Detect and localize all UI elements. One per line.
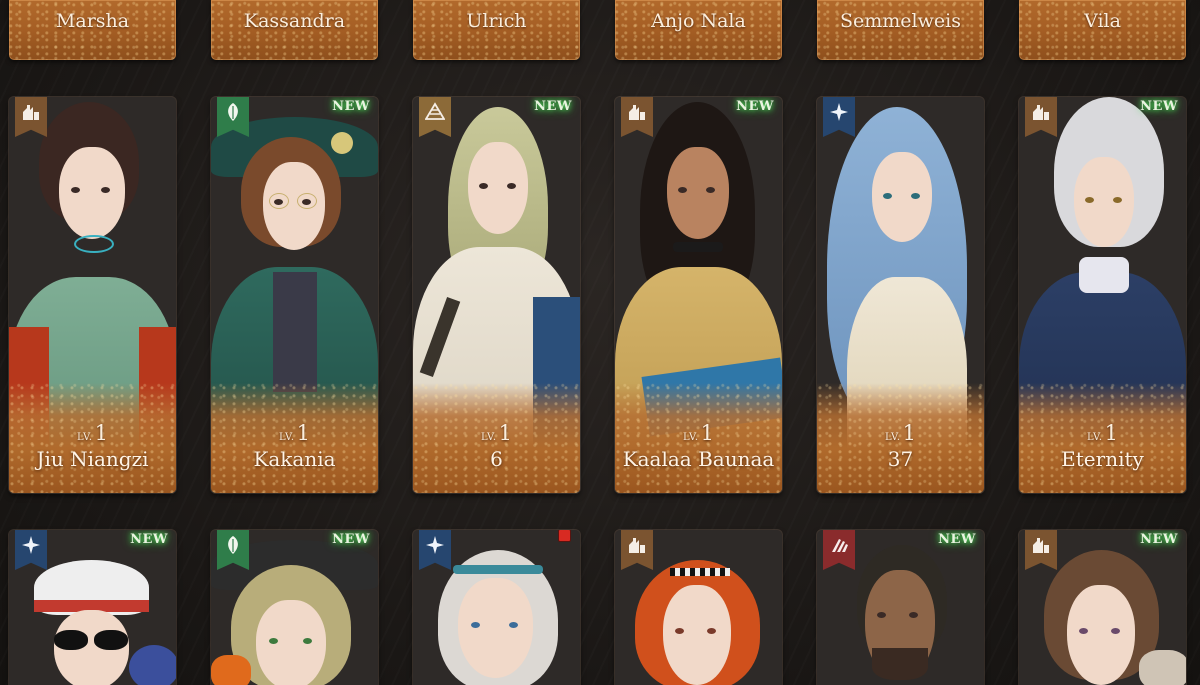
character-name: 37 — [887, 447, 914, 471]
character-name: Ulrich — [466, 10, 527, 32]
character-card-kaalaa-baunaa[interactable]: NEW LV.1 Kaalaa Baunaa — [615, 97, 782, 493]
character-card-anjo-nala[interactable]: Anjo Nala — [615, 0, 782, 60]
character-name: 6 — [490, 447, 503, 471]
new-tag: NEW — [130, 532, 168, 547]
character-name: Eternity — [1061, 447, 1144, 471]
character-name: Vila — [1084, 10, 1121, 32]
character-name: Marsha — [55, 10, 130, 32]
level-display: LV.1 — [77, 421, 108, 445]
character-card[interactable] — [615, 530, 782, 685]
character-card[interactable] — [413, 530, 580, 685]
character-card-vila[interactable]: Vila — [1019, 0, 1186, 60]
notification-dot — [559, 530, 570, 541]
character-card[interactable]: NEW — [1019, 530, 1186, 685]
character-card-eternity[interactable]: NEW LV.1 Eternity — [1019, 97, 1186, 493]
new-tag: NEW — [1140, 532, 1178, 547]
new-tag: NEW — [1140, 99, 1178, 114]
character-name: Kaalaa Baunaa — [622, 447, 775, 471]
character-name: Semmelweis — [840, 10, 961, 32]
new-tag: NEW — [332, 532, 370, 547]
character-card[interactable]: NEW — [817, 530, 984, 685]
new-tag: NEW — [332, 99, 370, 114]
character-card[interactable]: NEW — [9, 530, 176, 685]
top-card-row: Marsha Kassandra Ulrich Anjo Nala Semmel… — [0, 0, 1200, 62]
new-tag: NEW — [938, 532, 976, 547]
character-card-semmelweis[interactable]: Semmelweis — [817, 0, 984, 60]
character-card-37[interactable]: LV.1 37 — [817, 97, 984, 493]
character-name: Anjo Nala — [651, 10, 746, 32]
character-name: Kassandra — [243, 10, 346, 32]
level-display: LV.1 — [1087, 421, 1118, 445]
new-tag: NEW — [736, 99, 774, 114]
level-display: LV.1 — [481, 421, 512, 445]
character-roster: Marsha Kassandra Ulrich Anjo Nala Semmel… — [0, 0, 1200, 685]
character-card-ulrich[interactable]: Ulrich — [413, 0, 580, 60]
new-tag: NEW — [534, 99, 572, 114]
level-display: LV.1 — [683, 421, 714, 445]
character-card-marsha[interactable]: Marsha — [9, 0, 176, 60]
character-name: Kakania — [253, 447, 336, 471]
character-card-jiu-niangzi[interactable]: LV.1 Jiu Niangzi — [9, 97, 176, 493]
character-card-6[interactable]: NEW LV.1 6 — [413, 97, 580, 493]
character-card-kassandra[interactable]: Kassandra — [211, 0, 378, 60]
character-card[interactable]: NEW — [211, 530, 378, 685]
character-card-kakania[interactable]: NEW LV.1 Kakania — [211, 97, 378, 493]
level-display: LV.1 — [885, 421, 916, 445]
level-display: LV.1 — [279, 421, 310, 445]
character-name: Jiu Niangzi — [36, 447, 149, 471]
